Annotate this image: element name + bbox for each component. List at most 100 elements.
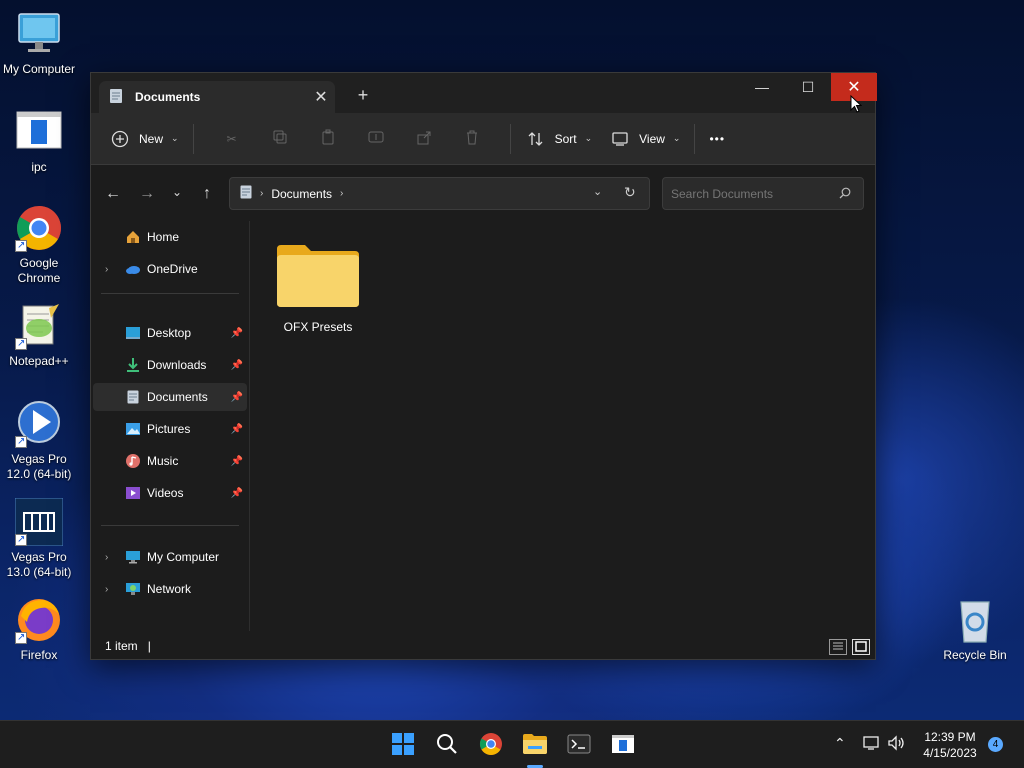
taskbar-search-button[interactable]: [433, 731, 461, 759]
chevron-right-icon[interactable]: ›: [105, 552, 108, 563]
up-arrow-icon[interactable]: ↑: [195, 185, 219, 203]
taskbar-terminal[interactable]: [565, 731, 593, 759]
scissors-icon: ✂: [226, 131, 237, 146]
new-tab-button[interactable]: +: [353, 85, 373, 106]
plus-circle-icon: [109, 128, 131, 150]
sidebar-divider: [101, 293, 239, 294]
title-bar: Documents ✕ + — ☐ ✕: [91, 73, 877, 113]
address-dropdown-icon[interactable]: ⌄: [593, 185, 602, 198]
desktop-icon-notepad-plus-plus[interactable]: Notepad++: [1, 302, 77, 369]
paste-button[interactable]: [304, 129, 352, 148]
monitor-icon: [125, 549, 141, 565]
refresh-icon[interactable]: ↻: [624, 184, 636, 201]
sidebar-item-videos[interactable]: Videos 📌: [93, 479, 247, 507]
tab-documents[interactable]: Documents ✕: [99, 81, 335, 113]
copy-button[interactable]: [256, 129, 304, 148]
shortcut-arrow-icon: [15, 630, 27, 645]
maximize-button[interactable]: ☐: [785, 73, 831, 101]
sidebar-item-documents[interactable]: Documents 📌: [93, 383, 247, 411]
rename-button[interactable]: [352, 129, 400, 148]
sidebar-item-pictures[interactable]: Pictures 📌: [93, 415, 247, 443]
view-button[interactable]: View ⌄: [609, 121, 680, 157]
shortcut-arrow-icon: [15, 434, 27, 449]
file-list: OFX Presets: [251, 221, 875, 631]
sidebar-item-label: Desktop: [147, 326, 192, 340]
desktop-icon-label: Notepad++: [9, 354, 69, 368]
share-button[interactable]: [400, 129, 448, 148]
network-icon: [125, 581, 141, 597]
sidebar-item-label: Pictures: [147, 422, 191, 436]
chevron-down-icon: ⌄: [584, 133, 593, 143]
sidebar-item-onedrive[interactable]: › OneDrive: [93, 255, 247, 283]
chevron-right-icon: ›: [340, 188, 344, 199]
desktop-icon-my-computer[interactable]: My Computer: [1, 10, 77, 77]
sidebar-item-home[interactable]: Home: [93, 223, 247, 251]
desktop-icon-label: ipc: [31, 160, 47, 174]
chrome-icon: [479, 732, 503, 759]
chevron-right-icon[interactable]: ›: [105, 584, 108, 595]
desktop-icon-vegas-pro-12[interactable]: Vegas Pro 12.0 (64-bit): [1, 400, 77, 482]
system-clock[interactable]: 12:39 PM 4/15/2023: [915, 729, 985, 761]
sidebar-item-music[interactable]: Music 📌: [93, 447, 247, 475]
desktop-icon-google-chrome[interactable]: Google Chrome: [1, 204, 77, 286]
sidebar-divider: [101, 525, 239, 526]
sort-label: Sort: [554, 131, 577, 146]
home-icon: [125, 229, 141, 245]
minimize-button[interactable]: —: [739, 73, 785, 101]
network-status-icon[interactable]: [863, 735, 881, 754]
firefox-icon: [15, 596, 63, 645]
desktop-icon-label: Google Chrome: [17, 256, 61, 285]
search-icon[interactable]: [839, 187, 851, 202]
pin-icon: 📌: [230, 455, 243, 467]
back-arrow-icon[interactable]: ←: [101, 185, 125, 203]
desktop-icon-label: Recycle Bin: [943, 648, 1007, 662]
pin-icon: 📌: [230, 327, 243, 339]
desktop-icon-recycle-bin[interactable]: Recycle Bin: [937, 596, 1013, 663]
sidebar-item-my-computer[interactable]: › My Computer: [93, 543, 247, 571]
taskbar-ipc[interactable]: [609, 731, 637, 759]
sidebar-item-network[interactable]: › Network: [93, 575, 247, 603]
navigation-pane: Home › OneDrive Desktop 📌 Downloads 📌 Do…: [91, 221, 249, 629]
taskbar-file-explorer[interactable]: [521, 731, 549, 759]
taskbar-chrome[interactable]: [477, 731, 505, 759]
pin-icon: 📌: [230, 359, 243, 371]
rename-icon: [368, 129, 384, 148]
sidebar-item-label: Music: [147, 454, 179, 468]
delete-button[interactable]: [448, 129, 496, 148]
desktop-icon-ipc[interactable]: ipc: [1, 108, 77, 175]
breadcrumb[interactable]: Documents: [271, 187, 332, 201]
large-icons-view-toggle[interactable]: [852, 639, 870, 655]
document-icon: [125, 389, 141, 405]
taskbar: ⌃ 12:39 PM 4/15/2023 4: [0, 720, 1024, 768]
notification-badge[interactable]: 4: [988, 737, 1003, 752]
cut-button[interactable]: ✂: [208, 132, 256, 146]
folder-item[interactable]: OFX Presets: [275, 241, 361, 334]
terminal-icon: [567, 734, 591, 757]
sort-button[interactable]: Sort ⌄: [525, 121, 593, 157]
more-options-button[interactable]: •••: [709, 121, 725, 157]
pane-splitter[interactable]: [249, 221, 250, 631]
address-bar[interactable]: › Documents › ⌄ ↻: [229, 177, 650, 210]
details-view-toggle[interactable]: [829, 639, 847, 655]
search-box[interactable]: [662, 177, 864, 210]
recent-chevron-icon[interactable]: ⌄: [165, 185, 189, 199]
search-input[interactable]: [671, 186, 831, 201]
start-button[interactable]: [389, 731, 417, 759]
search-icon: [436, 733, 458, 758]
sidebar-item-desktop[interactable]: Desktop 📌: [93, 319, 247, 347]
new-button[interactable]: New ⌄: [109, 121, 179, 157]
show-hidden-icons-chevron-icon[interactable]: ⌃: [834, 735, 846, 752]
chevron-right-icon[interactable]: ›: [105, 264, 108, 275]
recycle-bin-icon: [951, 596, 999, 644]
desktop-icon-vegas-pro-13[interactable]: Vegas Pro 13.0 (64-bit): [1, 497, 77, 580]
sidebar-item-label: Documents: [147, 390, 208, 404]
notepad-plus-plus-icon: [15, 302, 63, 351]
sidebar-item-downloads[interactable]: Downloads 📌: [93, 351, 247, 379]
document-icon: [109, 88, 123, 107]
desktop-icon-firefox[interactable]: Firefox: [1, 596, 77, 663]
forward-arrow-icon[interactable]: →: [135, 185, 159, 203]
music-note-icon: [125, 453, 141, 469]
volume-icon[interactable]: [887, 735, 907, 754]
toolbar-divider: [192, 123, 194, 154]
close-tab-button[interactable]: ✕: [307, 87, 335, 107]
